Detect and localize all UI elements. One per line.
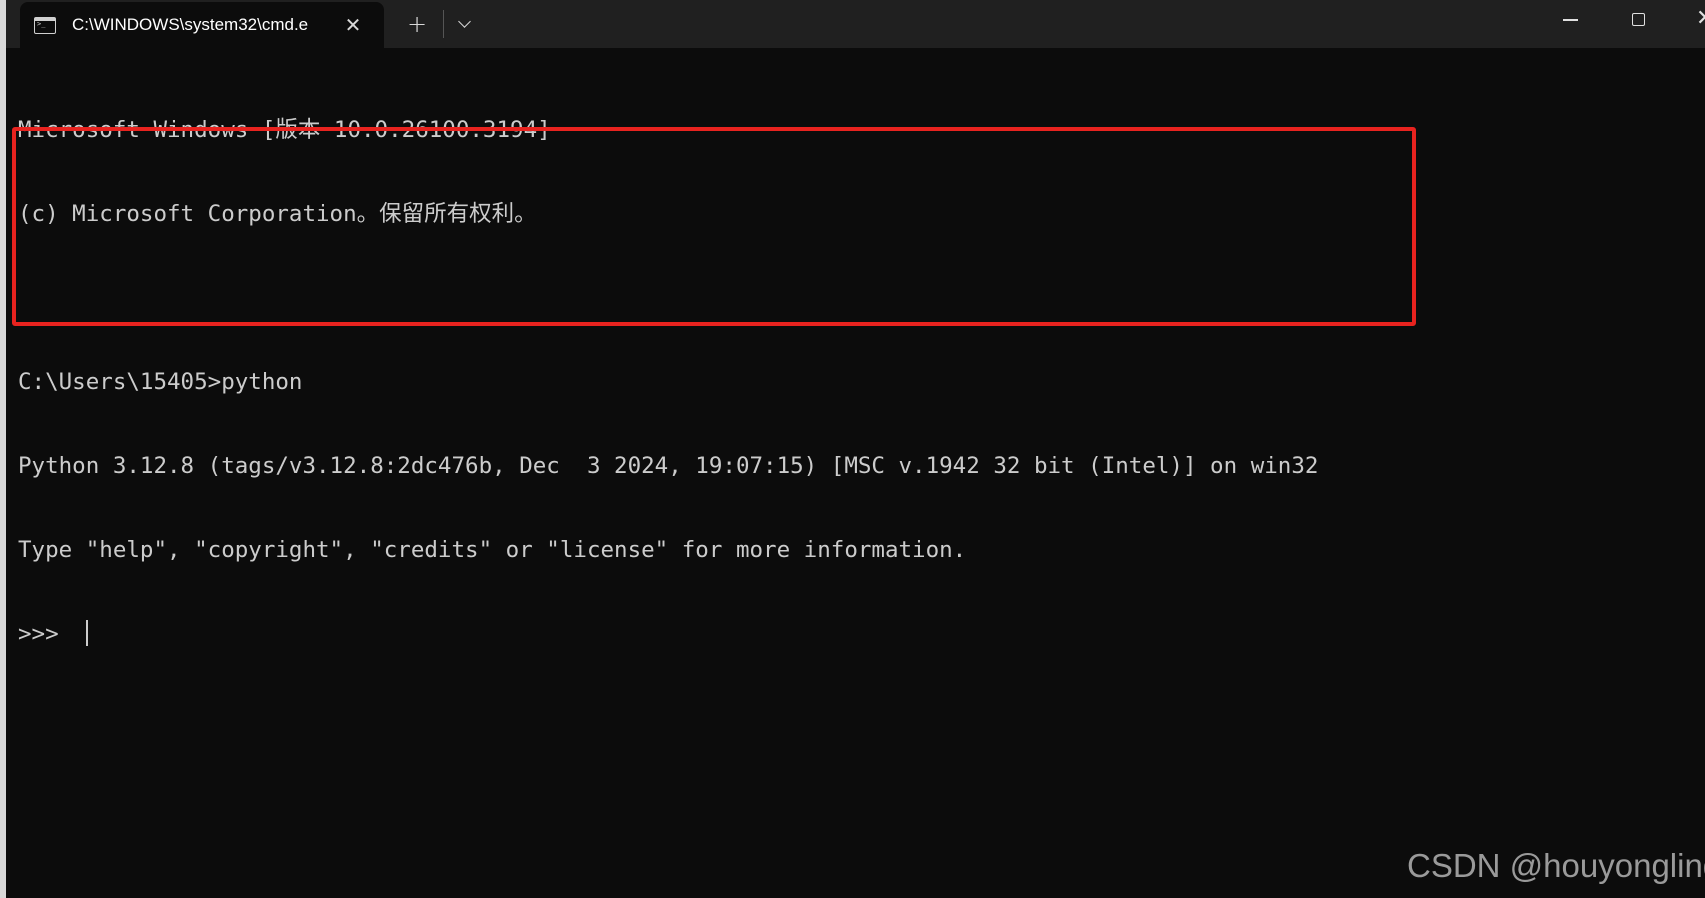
close-tab-button[interactable]: ✕ bbox=[340, 12, 366, 38]
close-window-button[interactable]: ✕ bbox=[1676, 0, 1705, 40]
chevron-down-icon bbox=[458, 15, 471, 28]
terminal-line: Python 3.12.8 (tags/v3.12.8:2dc476b, Dec… bbox=[18, 453, 1319, 479]
terminal-line: C:\Users\15405>python bbox=[18, 369, 303, 395]
maximize-button[interactable] bbox=[1614, 0, 1662, 40]
annotation-highlight-box bbox=[12, 127, 1416, 326]
tab-title: C:\WINDOWS\system32\cmd.e bbox=[72, 15, 309, 34]
tab-cmd[interactable]: C:\WINDOWS\system32\cmd.e ✕ bbox=[20, 2, 384, 48]
minimize-button[interactable] bbox=[1546, 0, 1594, 40]
desktop-edge bbox=[0, 0, 6, 898]
new-tab-button[interactable]: + bbox=[402, 10, 432, 38]
minimize-icon bbox=[1563, 19, 1578, 21]
tab-dropdown-button[interactable] bbox=[452, 10, 480, 38]
watermark: CSDN @houyongling bbox=[1407, 847, 1705, 884]
terminal-line: Type "help", "copyright", "credits" or "… bbox=[18, 537, 967, 563]
command-prompt-icon bbox=[34, 16, 56, 34]
text-cursor bbox=[86, 620, 89, 646]
maximize-icon bbox=[1632, 13, 1645, 26]
close-icon: ✕ bbox=[1696, 6, 1705, 32]
python-prompt-line[interactable]: >>> bbox=[18, 620, 1318, 648]
python-prompt: >>> bbox=[18, 621, 73, 647]
tab-divider bbox=[443, 10, 444, 38]
title-bar: C:\WINDOWS\system32\cmd.e ✕ + ✕ bbox=[6, 0, 1705, 48]
